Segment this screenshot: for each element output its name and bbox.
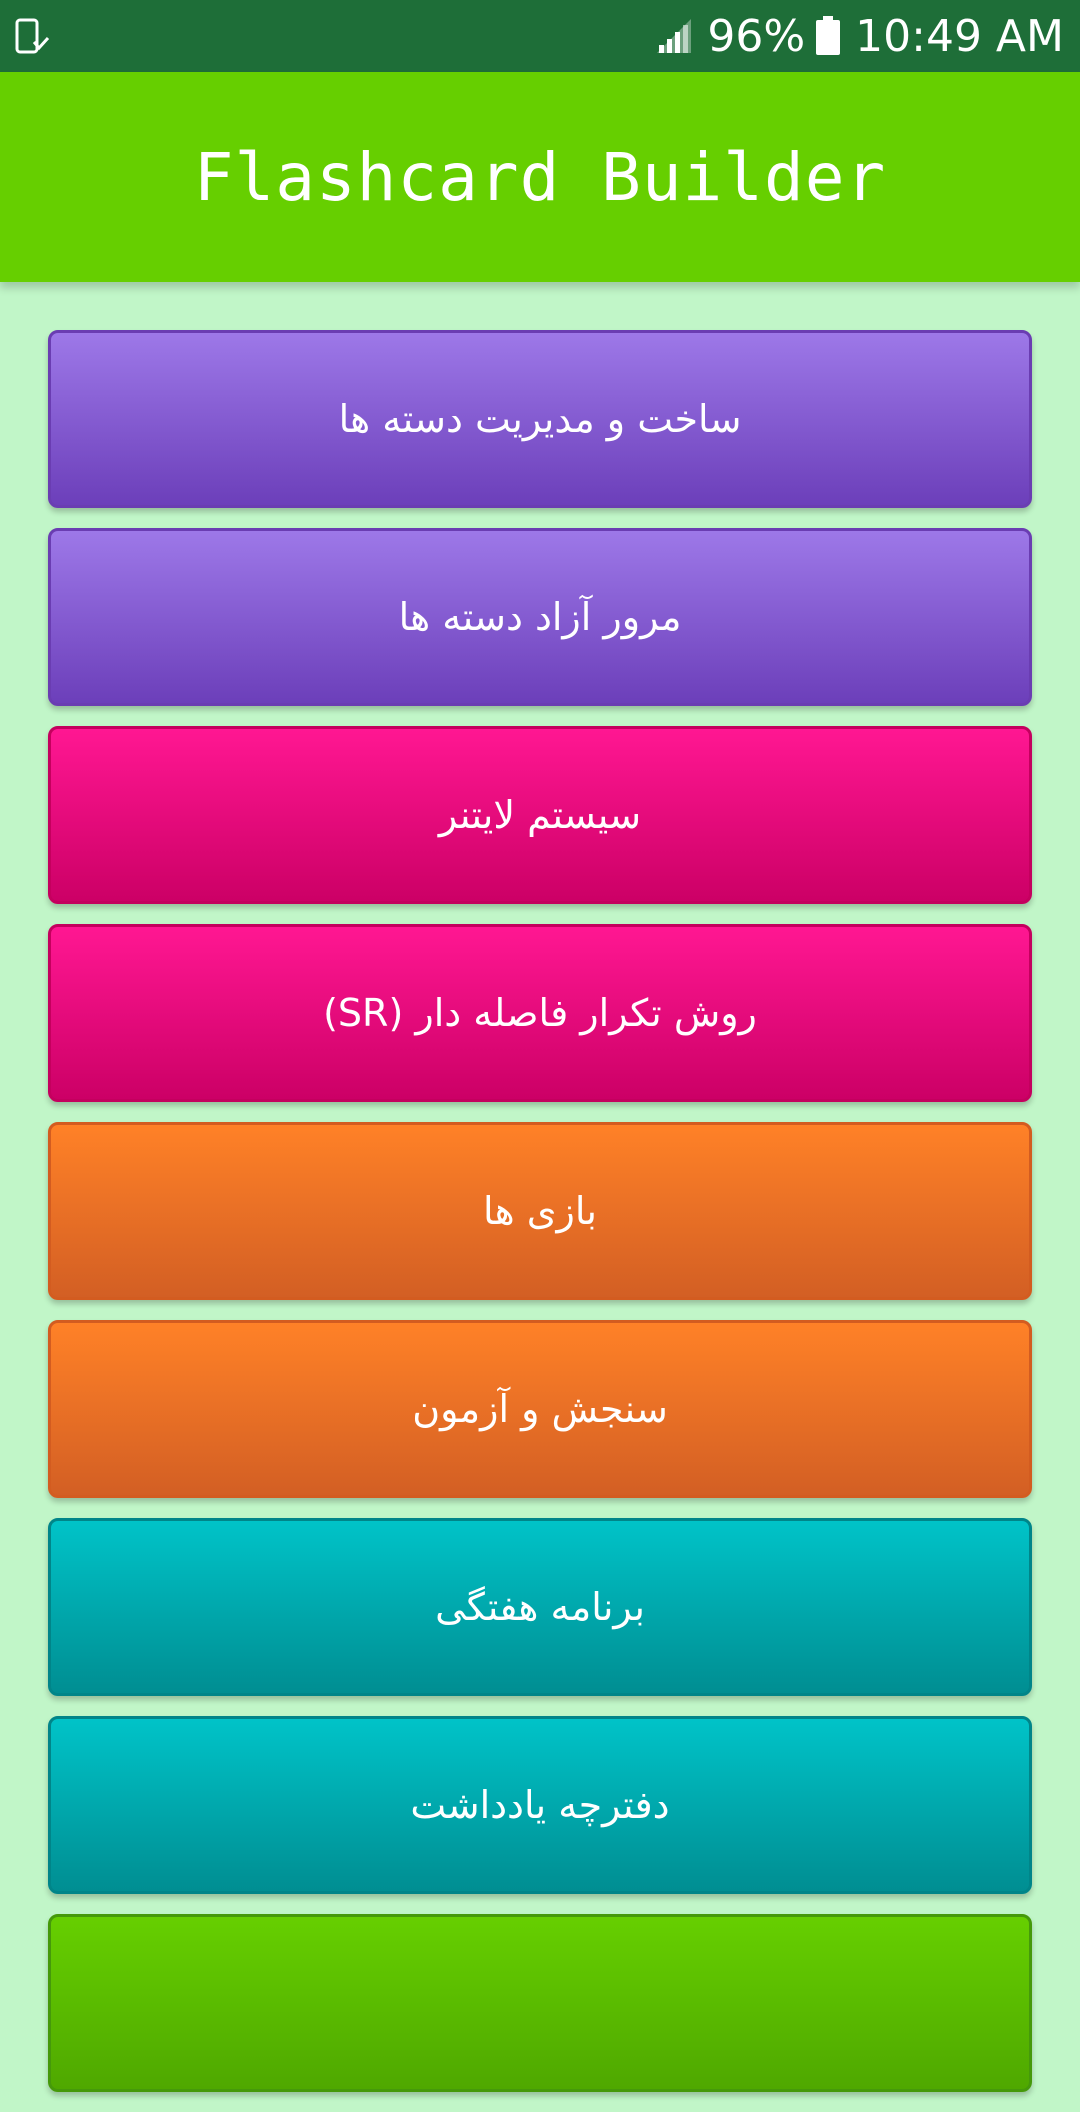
- menu-button-label: برنامه هفتگی: [435, 1585, 645, 1629]
- notebook-button[interactable]: دفترچه یادداشت: [48, 1716, 1032, 1894]
- menu-button-label: روش تکرار فاصله دار (SR): [323, 991, 757, 1035]
- leitner-system-button[interactable]: سیستم لایتنر: [48, 726, 1032, 904]
- weekly-schedule-button[interactable]: برنامه هفتگی: [48, 1518, 1032, 1696]
- app-title: Flashcard Builder: [193, 138, 887, 216]
- menu-button-label: بازی ها: [483, 1189, 597, 1233]
- signal-icon: [657, 19, 692, 53]
- status-right-group: 96% 10:49 AM: [655, 0, 1064, 72]
- menu-button-label: مرور آزاد دسته ها: [398, 595, 682, 639]
- phone-download-icon: [15, 18, 50, 54]
- games-button[interactable]: بازی ها: [48, 1122, 1032, 1300]
- manage-decks-button[interactable]: ساخت و مدیریت دسته ها: [48, 330, 1032, 508]
- spaced-repetition-button[interactable]: روش تکرار فاصله دار (SR): [48, 924, 1032, 1102]
- battery-percent: 96%: [707, 10, 806, 62]
- free-review-button[interactable]: مرور آزاد دسته ها: [48, 528, 1032, 706]
- menu-button-label: سیستم لایتنر: [438, 793, 642, 837]
- menu-button-label: دفترچه یادداشت: [410, 1783, 670, 1827]
- app-bar: Flashcard Builder: [0, 72, 1080, 282]
- battery-icon: [816, 16, 841, 55]
- main-menu: ساخت و مدیریت دسته ها مرور آزاد دسته ها …: [48, 330, 1032, 2112]
- status-time: 10:49 AM: [855, 10, 1064, 62]
- menu-button-label: ساخت و مدیریت دسته ها: [338, 397, 742, 441]
- next-menu-button-partial[interactable]: [48, 1914, 1032, 2092]
- status-bar: 96% 10:49 AM: [0, 0, 1080, 72]
- menu-button-label: سنجش و آزمون: [412, 1387, 668, 1431]
- assessment-button[interactable]: سنجش و آزمون: [48, 1320, 1032, 1498]
